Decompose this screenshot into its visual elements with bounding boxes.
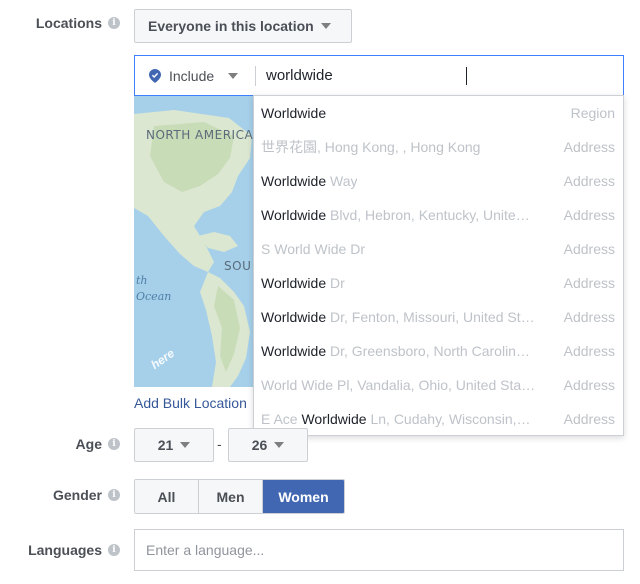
include-label: Include: [169, 67, 215, 84]
locations-label: Locations i: [36, 15, 120, 31]
suggestion-detail: Dr, Greensboro, North Carolin…: [326, 343, 530, 359]
suggestion-detail: Dr: [326, 275, 345, 291]
age-max-select[interactable]: 26: [228, 428, 308, 462]
suggestion-type: Address: [563, 309, 615, 325]
suggestion-detail: S World Wide Dr: [261, 241, 365, 257]
map-label-south: SOU: [224, 259, 252, 273]
gender-all-button[interactable]: All: [135, 480, 199, 513]
age-min-select[interactable]: 21: [134, 428, 214, 462]
info-icon[interactable]: i: [108, 489, 120, 501]
suggestion-type: Address: [563, 241, 615, 257]
suggestion-type: Address: [563, 343, 615, 359]
gender-women-button[interactable]: Women: [263, 480, 344, 513]
suggestion-item[interactable]: Worldwide Dr, Fenton, Missouri, United S…: [254, 300, 623, 334]
suggestion-name: 世界花園, Hong Kong, , Hong Kong: [261, 137, 480, 157]
text-cursor: [466, 67, 467, 85]
suggestion-type: Address: [563, 173, 615, 189]
suggestion-detail: World Wide Pl, Vandalia, Ohio, United St…: [261, 377, 536, 393]
info-icon[interactable]: i: [108, 544, 120, 556]
add-bulk-location-link[interactable]: Add Bulk Location: [134, 395, 247, 411]
age-separator: -: [217, 436, 222, 452]
gender-men-button[interactable]: Men: [199, 480, 263, 513]
suggestion-detail: Ln, Cudahy, Wisconsin,…: [366, 411, 531, 427]
suggestion-type: Address: [563, 139, 615, 155]
map-label-north-america: NORTH AMERICA: [146, 128, 254, 142]
suggestion-detail: Way: [326, 173, 358, 189]
suggestion-match: Worldwide: [261, 275, 327, 291]
suggestion-type: Address: [563, 377, 615, 393]
chevron-down-icon: [228, 72, 239, 79]
suggestion-detail: Dr, Fenton, Missouri, United St…: [326, 309, 535, 325]
suggestion-type: Address: [563, 411, 615, 427]
suggestion-name: Worldwide Dr, Fenton, Missouri, United S…: [261, 309, 535, 325]
suggestion-item[interactable]: Worldwide Dr Address: [254, 266, 623, 300]
suggestion-prefix: E Ace: [261, 411, 302, 427]
location-audience-select[interactable]: Everyone in this location: [134, 9, 352, 43]
info-icon[interactable]: i: [108, 17, 120, 29]
location-search-input[interactable]: [256, 56, 616, 95]
suggestion-item[interactable]: 世界花園, Hong Kong, , Hong Kong Address: [254, 130, 623, 164]
gender-toggle-group: All Men Women: [134, 479, 345, 514]
suggestion-name: Worldwide Dr: [261, 275, 345, 291]
suggestion-match: Worldwide: [261, 207, 327, 223]
location-search-box: Include: [134, 55, 624, 96]
map-ocean-label-2: Ocean: [136, 290, 172, 303]
suggestion-name: Worldwide Way: [261, 173, 357, 189]
location-audience-value: Everyone in this location: [148, 18, 314, 34]
suggestion-match: Worldwide: [261, 343, 327, 359]
suggestion-detail: Blvd, Hebron, Kentucky, Unite…: [326, 207, 530, 223]
suggestion-name: Worldwide: [261, 105, 326, 121]
suggestion-type: Region: [570, 105, 615, 121]
age-label: Age i: [76, 436, 120, 452]
location-pin-icon: [149, 68, 161, 83]
language-input[interactable]: [134, 529, 624, 571]
suggestion-name: S World Wide Dr: [261, 241, 365, 257]
suggestion-type: Address: [563, 275, 615, 291]
suggestion-name: Worldwide Blvd, Hebron, Kentucky, Unite…: [261, 207, 530, 223]
suggestion-item[interactable]: Worldwide Region: [254, 96, 623, 130]
suggestion-name: Worldwide Dr, Greensboro, North Carolin…: [261, 343, 530, 359]
suggestion-item[interactable]: Worldwide Way Address: [254, 164, 623, 198]
suggestion-name: World Wide Pl, Vandalia, Ohio, United St…: [261, 377, 535, 393]
gender-label: Gender i: [53, 487, 120, 503]
suggestion-item[interactable]: Worldwide Dr, Greensboro, North Carolin……: [254, 334, 623, 368]
map-ocean-label-1: th: [136, 274, 148, 287]
info-icon[interactable]: i: [108, 438, 120, 450]
chevron-down-icon: [180, 442, 191, 448]
suggestion-item[interactable]: World Wide Pl, Vandalia, Ohio, United St…: [254, 368, 623, 402]
chevron-down-icon: [274, 442, 285, 448]
suggestion-match: Worldwide: [301, 411, 367, 427]
suggestion-item[interactable]: E Ace Worldwide Ln, Cudahy, Wisconsin,… A…: [254, 402, 623, 436]
languages-label: Languages i: [28, 542, 120, 558]
include-exclude-select[interactable]: Include: [135, 56, 255, 95]
suggestion-type: Address: [563, 207, 615, 223]
location-suggestions-dropdown: Worldwide Region 世界花園, Hong Kong, , Hong K…: [253, 95, 624, 436]
chevron-down-icon: [320, 23, 331, 29]
suggestion-match: Worldwide: [261, 173, 327, 189]
suggestion-item[interactable]: Worldwide Blvd, Hebron, Kentucky, Unite……: [254, 198, 623, 232]
suggestion-name: E Ace Worldwide Ln, Cudahy, Wisconsin,…: [261, 411, 531, 427]
suggestion-match: Worldwide: [261, 309, 327, 325]
suggestion-detail: 世界花園, Hong Kong, , Hong Kong: [261, 139, 481, 155]
suggestion-item[interactable]: S World Wide Dr Address: [254, 232, 623, 266]
suggestion-match: Worldwide: [261, 105, 327, 121]
